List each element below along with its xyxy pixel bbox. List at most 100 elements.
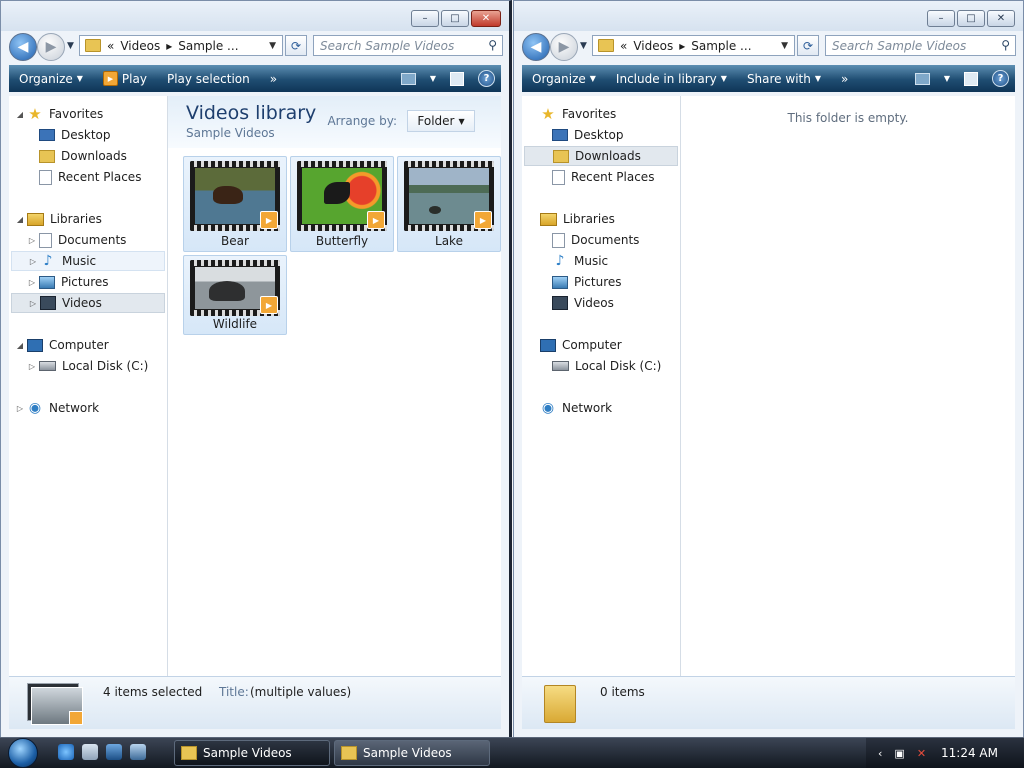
nav-network[interactable]: ◉ Network (528, 398, 612, 418)
title-property-value[interactable]: (multiple values) (250, 685, 351, 699)
collapsed-arrow-icon[interactable]: ▷ (28, 257, 38, 266)
breadcrumb-overflow[interactable]: « (620, 39, 627, 53)
video-item-butterfly[interactable]: ▶ Butterfly (290, 156, 394, 252)
help-icon[interactable]: ? (992, 70, 1009, 87)
change-view-icon[interactable] (400, 72, 416, 85)
play-button[interactable]: ▶ Play (93, 71, 157, 86)
view-options-dropdown[interactable]: ▼ (430, 74, 436, 83)
address-dropdown-icon[interactable]: ▼ (269, 41, 276, 51)
breadcrumb-overflow[interactable]: « (107, 39, 114, 53)
breadcrumb-videos[interactable]: Videos (120, 39, 160, 53)
nav-desktop[interactable]: Desktop (540, 125, 624, 145)
search-input[interactable]: Search Sample Videos ⚲ (313, 35, 503, 56)
taskbar-button[interactable]: Sample Videos (174, 740, 330, 766)
clock[interactable]: 11:24 AM (941, 746, 998, 760)
internet-explorer-icon[interactable] (58, 744, 74, 760)
close-button[interactable]: ✕ (987, 10, 1015, 27)
minimize-button[interactable]: – (927, 10, 955, 27)
nav-libraries[interactable]: Libraries (528, 209, 615, 229)
breadcrumb-separator[interactable]: ▸ (679, 39, 685, 53)
show-hidden-icons-chevron-icon[interactable]: ‹ (878, 747, 882, 760)
nav-documents[interactable]: Documents (540, 230, 639, 250)
nav-favorites[interactable]: ★ Favorites (528, 104, 616, 124)
nav-pictures[interactable]: Pictures (540, 272, 622, 292)
nav-videos[interactable]: Videos (540, 293, 614, 313)
expanded-arrow-icon[interactable]: ◢ (15, 110, 25, 119)
nav-computer[interactable]: Computer (528, 335, 622, 355)
include-in-library-button[interactable]: Include in library ▼ (606, 72, 737, 86)
recent-pages-dropdown[interactable]: ▼ (580, 41, 587, 51)
nav-recent-places[interactable]: Recent Places (27, 167, 141, 187)
network-status-icon[interactable]: ▣ (894, 747, 904, 760)
nav-music[interactable]: ♪ Music (540, 251, 609, 271)
show-desktop-icon[interactable] (106, 744, 122, 760)
search-icon[interactable]: ⚲ (488, 38, 497, 52)
switch-windows-icon[interactable] (130, 744, 146, 760)
nav-recent-places[interactable]: Recent Places (540, 167, 654, 187)
address-bar[interactable]: « Videos ▸ Sample ... ▼ (79, 35, 283, 56)
nav-documents[interactable]: ▷ Documents (27, 230, 126, 250)
recent-pages-dropdown[interactable]: ▼ (67, 41, 74, 51)
nav-network[interactable]: ▷ ◉ Network (15, 398, 99, 418)
organize-button[interactable]: Organize ▼ (9, 72, 93, 86)
nav-downloads[interactable]: Downloads (27, 146, 127, 166)
start-button[interactable] (6, 738, 40, 768)
collapsed-arrow-icon[interactable]: ▷ (27, 236, 37, 245)
nav-local-disk[interactable]: ▷ Local Disk (C:) (27, 356, 148, 376)
file-list[interactable]: This folder is empty. (681, 96, 1015, 677)
share-with-button[interactable]: Share with ▼ (737, 72, 831, 86)
video-item-bear[interactable]: ▶ Bear (183, 156, 287, 252)
maximize-button[interactable]: □ (441, 10, 469, 27)
video-item-lake[interactable]: ▶ Lake (397, 156, 501, 252)
more-commands-button[interactable]: » (260, 72, 287, 86)
item-count: 0 items (600, 685, 645, 699)
organize-button[interactable]: Organize ▼ (522, 72, 606, 86)
refresh-button[interactable]: ⟳ (285, 35, 307, 56)
breadcrumb-sample[interactable]: Sample ... (691, 39, 751, 53)
help-icon[interactable]: ? (478, 70, 495, 87)
video-item-wildlife[interactable]: ▶ Wildlife (183, 255, 287, 335)
expanded-arrow-icon[interactable]: ◢ (15, 341, 25, 350)
collapsed-arrow-icon[interactable]: ▷ (28, 299, 38, 308)
nav-favorites[interactable]: ◢ ★ Favorites (15, 104, 103, 124)
nav-computer[interactable]: ◢ Computer (15, 335, 109, 355)
back-button[interactable]: ◀ (522, 33, 550, 61)
desktop-icon (39, 129, 55, 141)
nav-downloads[interactable]: Downloads (524, 146, 678, 166)
nav-pictures[interactable]: ▷ Pictures (27, 272, 109, 292)
library-subtitle[interactable]: Sample Videos (186, 126, 275, 140)
play-selection-button[interactable]: Play selection (157, 72, 260, 86)
change-view-icon[interactable] (914, 72, 930, 85)
volume-muted-icon[interactable]: ✕ (917, 747, 926, 760)
nav-music[interactable]: ▷ ♪ Music (11, 251, 165, 271)
close-button[interactable]: ✕ (471, 10, 501, 27)
preview-pane-icon[interactable] (964, 71, 978, 86)
nav-libraries[interactable]: ◢ Libraries (15, 209, 102, 229)
view-options-dropdown[interactable]: ▼ (944, 74, 950, 83)
breadcrumb-videos[interactable]: Videos (633, 39, 673, 53)
arrange-by-dropdown[interactable]: Folder ▼ (407, 110, 475, 132)
more-commands-button[interactable]: » (831, 72, 858, 86)
taskbar-button[interactable]: Sample Videos (334, 740, 490, 766)
search-input[interactable]: Search Sample Videos ⚲ (825, 35, 1016, 56)
nav-videos[interactable]: ▷ Videos (11, 293, 165, 313)
breadcrumb-separator[interactable]: ▸ (166, 39, 172, 53)
collapsed-arrow-icon[interactable]: ▷ (15, 404, 25, 413)
search-icon[interactable]: ⚲ (1001, 38, 1010, 52)
breadcrumb-sample[interactable]: Sample ... (178, 39, 238, 53)
media-center-icon[interactable] (82, 744, 98, 760)
nav-local-disk[interactable]: Local Disk (C:) (540, 356, 661, 376)
expanded-arrow-icon[interactable]: ◢ (15, 215, 25, 224)
refresh-button[interactable]: ⟳ (797, 35, 819, 56)
forward-button[interactable]: ▶ (37, 33, 65, 61)
address-bar[interactable]: « Videos ▸ Sample ... ▼ (592, 35, 795, 56)
collapsed-arrow-icon[interactable]: ▷ (27, 278, 37, 287)
forward-button[interactable]: ▶ (550, 33, 578, 61)
collapsed-arrow-icon[interactable]: ▷ (27, 362, 37, 371)
back-button[interactable]: ◀ (9, 33, 37, 61)
nav-desktop[interactable]: Desktop (27, 125, 111, 145)
address-dropdown-icon[interactable]: ▼ (781, 41, 788, 51)
maximize-button[interactable]: □ (957, 10, 985, 27)
minimize-button[interactable]: – (411, 10, 439, 27)
preview-pane-icon[interactable] (450, 71, 464, 86)
